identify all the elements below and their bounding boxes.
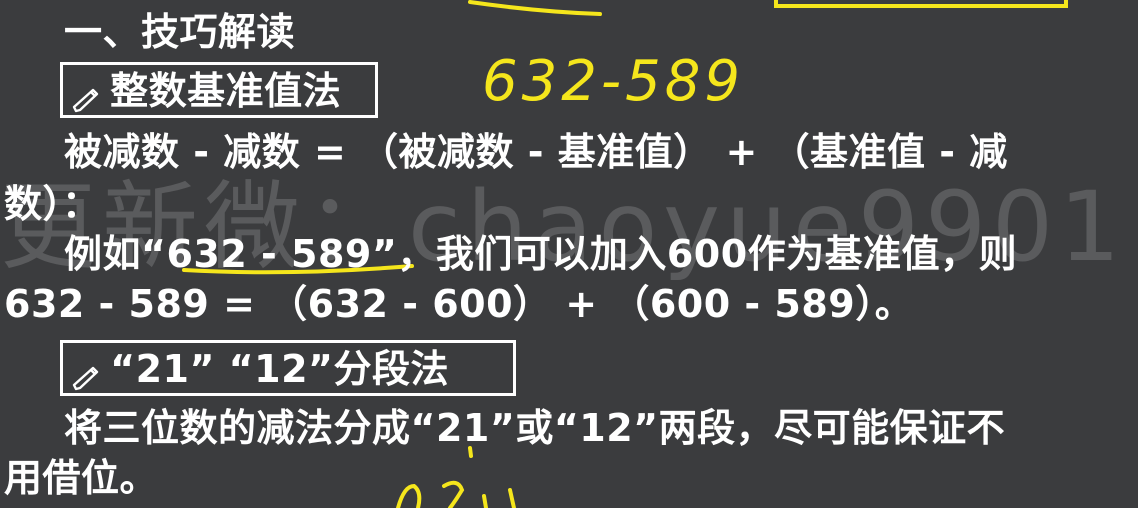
slide: 更新微：chaoyue9901 一、技巧解读 632-589 整数基准值法 被减…: [0, 0, 1138, 508]
bottom-ink-stroke: [396, 446, 516, 508]
top-highlight-box: [774, 0, 1068, 8]
method1-title-box: 整数基准值法: [60, 62, 378, 118]
example-quoted: “632 - 589”: [141, 232, 398, 276]
method2-title-box: “21” “12”分段法: [60, 340, 516, 396]
section-title: 一、技巧解读: [64, 10, 296, 54]
method2-desc-line1: 将三位数的减法分成“21”或“12”两段，尽可能保证不: [64, 406, 1006, 450]
example-prefix: 例如: [64, 232, 142, 276]
method2-title: “21” “12”分段法: [110, 347, 449, 391]
method2-desc-line2: 用借位。: [4, 456, 159, 500]
method1-title: 整数基准值法: [110, 69, 342, 113]
method1-formula-line1: 被减数 - 减数 = （被减数 - 基准值） + （基准值 - 减: [64, 130, 1008, 174]
method1-formula-line2: 数）：: [4, 182, 101, 226]
method1-example-line1: 例如“632 - 589”，我们可以加入600作为基准值，则: [64, 232, 1017, 276]
pencil-icon: [72, 366, 99, 390]
top-ink-stroke: [468, 0, 602, 16]
method1-example-line2: 632 - 589 = （632 - 600） + （600 - 589）。: [4, 282, 914, 326]
handwritten-expression: 632-589: [482, 49, 744, 114]
example-rest: ，我们可以加入600作为基准值，则: [397, 232, 1018, 276]
pencil-icon: [72, 88, 99, 112]
